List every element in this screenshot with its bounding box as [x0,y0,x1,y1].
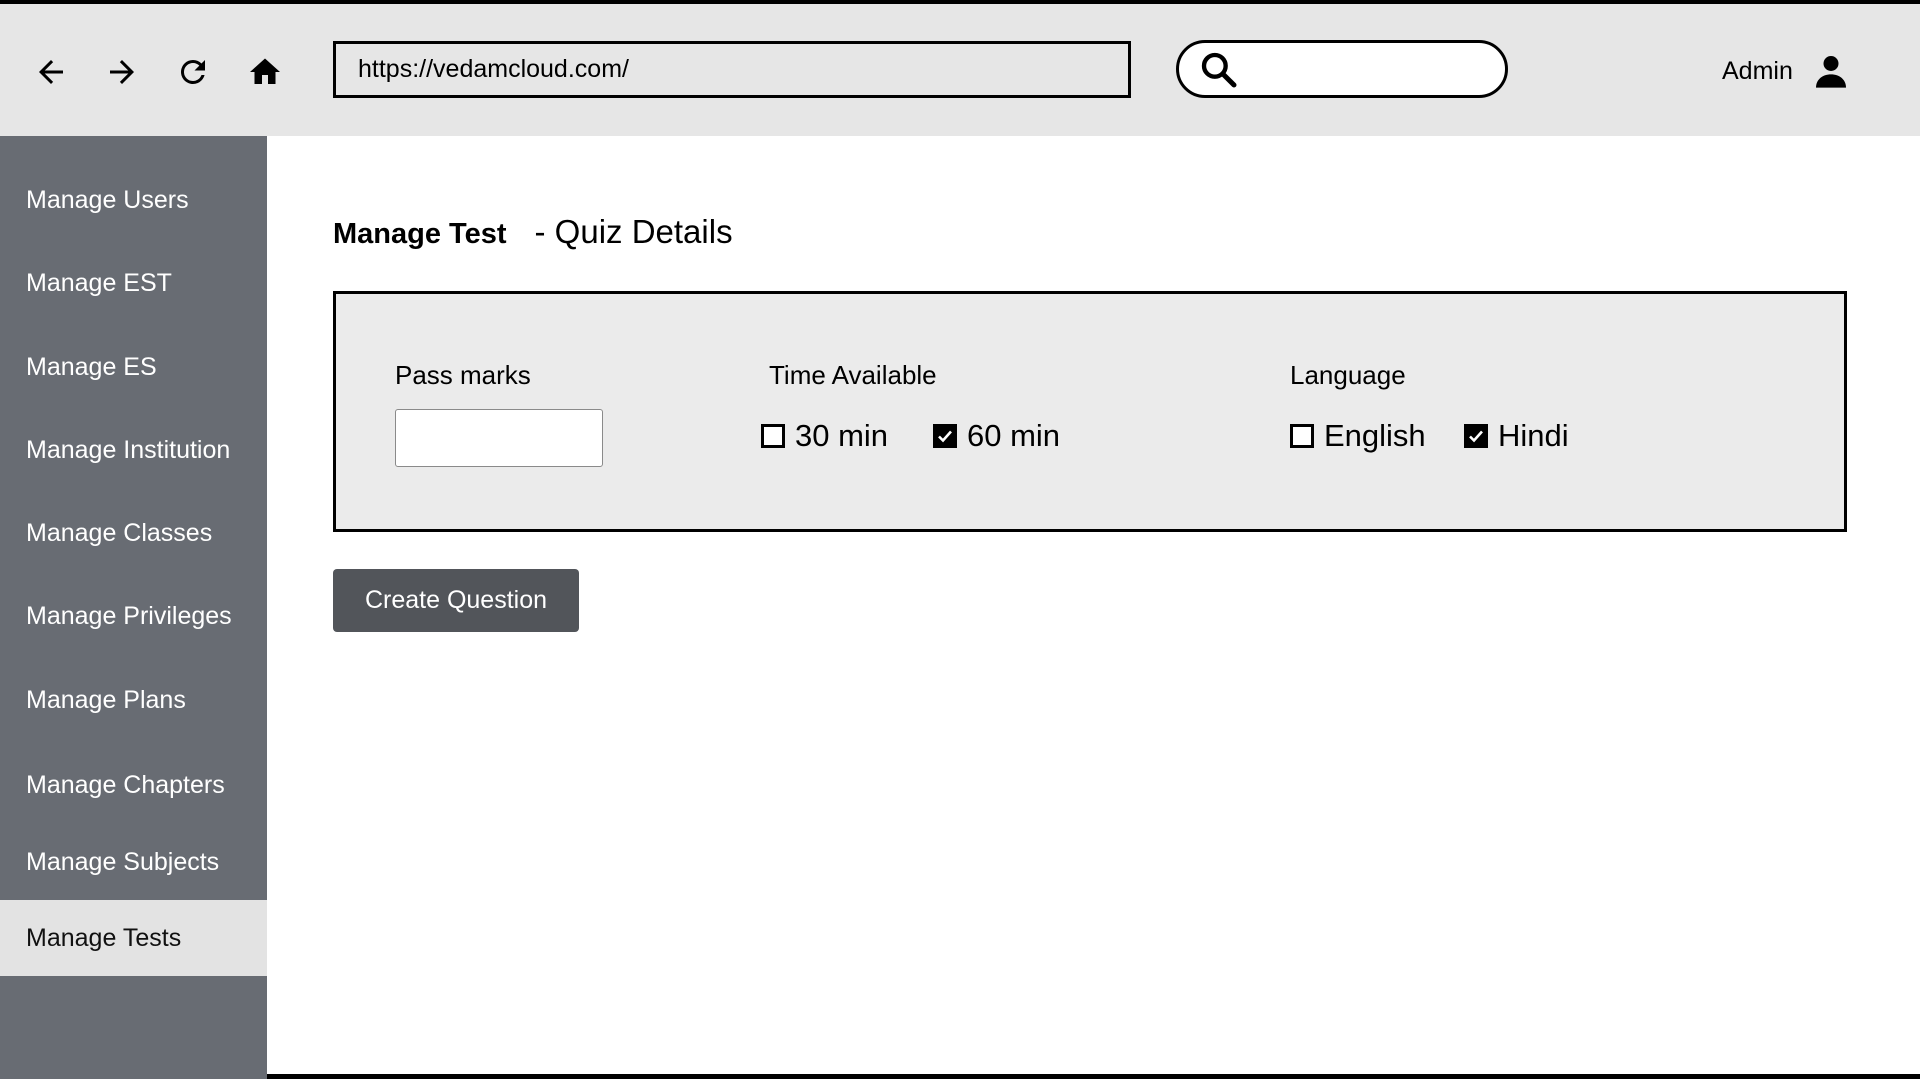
language-label: Language [1290,360,1406,390]
pass-marks-input[interactable] [395,409,603,467]
sidebar-item-manage-tests[interactable]: Manage Tests [0,900,267,976]
sidebar-item-manage-privileges[interactable]: Manage Privileges [0,578,267,654]
address-bar-url: https://vedamcloud.com/ [358,55,629,83]
address-bar[interactable]: https://vedamcloud.com/ [333,41,1131,98]
sidebar-item-manage-classes[interactable]: Manage Classes [0,495,267,571]
sidebar-item-label: Manage EST [26,268,172,297]
language-option-label: Hindi [1498,418,1569,453]
sidebar-item-label: Manage Users [26,185,189,214]
sidebar-item-label: Manage Privileges [26,601,232,630]
content-bottom-border [267,1074,1920,1079]
language-option-hindi[interactable]: Hindi [1464,418,1569,454]
page-subtitle: - Quiz Details [534,213,733,250]
search-input[interactable] [1176,40,1508,98]
forward-button[interactable] [100,50,144,94]
time-option-60-min[interactable]: 60 min [933,418,1060,454]
search-icon [1201,52,1237,88]
back-button[interactable] [29,50,73,94]
time-option-30-min[interactable]: 30 min [761,418,888,454]
sidebar-item-manage-est[interactable]: Manage EST [0,245,267,321]
page-title: Manage Test - Quiz Details [333,213,733,257]
reload-icon [180,59,205,84]
language-option-label: English [1324,418,1426,453]
user-label: Admin [1722,56,1793,85]
sidebar-item-manage-institution[interactable]: Manage Institution [0,412,267,488]
create-question-button[interactable]: Create Question [333,569,579,632]
sidebar-item-label: Manage Plans [26,685,186,714]
user-icon [1815,56,1846,88]
browser-toolbar: https://vedamcloud.com/ Admin [0,4,1920,136]
reload-button[interactable] [171,50,215,94]
home-button[interactable] [243,50,287,94]
sidebar-item-manage-chapters[interactable]: Manage Chapters [0,747,267,823]
checkbox-hindi[interactable] [1464,424,1488,448]
sidebar-item-manage-es[interactable]: Manage ES [0,329,267,405]
back-arrow-icon [39,60,63,84]
checkbox-60-min[interactable] [933,424,957,448]
sidebar: Manage Users Manage EST Manage ES Manage… [0,136,267,1079]
sidebar-item-label: Manage Subjects [26,847,220,876]
sidebar-item-manage-plans[interactable]: Manage Plans [0,662,267,738]
quiz-details-panel: Pass marks Time Available 30 min 60 min … [333,291,1847,532]
checkbox-30-min[interactable] [761,424,785,448]
forward-arrow-icon [110,60,134,84]
time-option-label: 60 min [967,418,1061,453]
sidebar-item-manage-users[interactable]: Manage Users [0,162,267,238]
sidebar-item-label: Manage Classes [26,518,213,547]
sidebar-item-manage-subjects[interactable]: Manage Subjects [0,824,267,900]
pass-marks-label: Pass marks [395,360,531,390]
page-title-main: Manage Test [333,218,507,250]
user-menu[interactable]: Admin [1722,50,1851,92]
sidebar-item-label: Manage Chapters [26,770,225,799]
sidebar-item-label: Manage ES [26,352,157,381]
checkmark-icon [1469,430,1483,443]
checkmark-icon [938,430,952,443]
sidebar-item-label: Manage Tests [26,923,182,952]
sidebar-item-label: Manage Institution [26,435,231,464]
time-available-label: Time Available [769,360,937,390]
checkbox-english[interactable] [1290,424,1314,448]
language-option-english[interactable]: English [1290,418,1426,454]
home-icon [250,58,280,84]
time-option-label: 30 min [795,418,889,453]
